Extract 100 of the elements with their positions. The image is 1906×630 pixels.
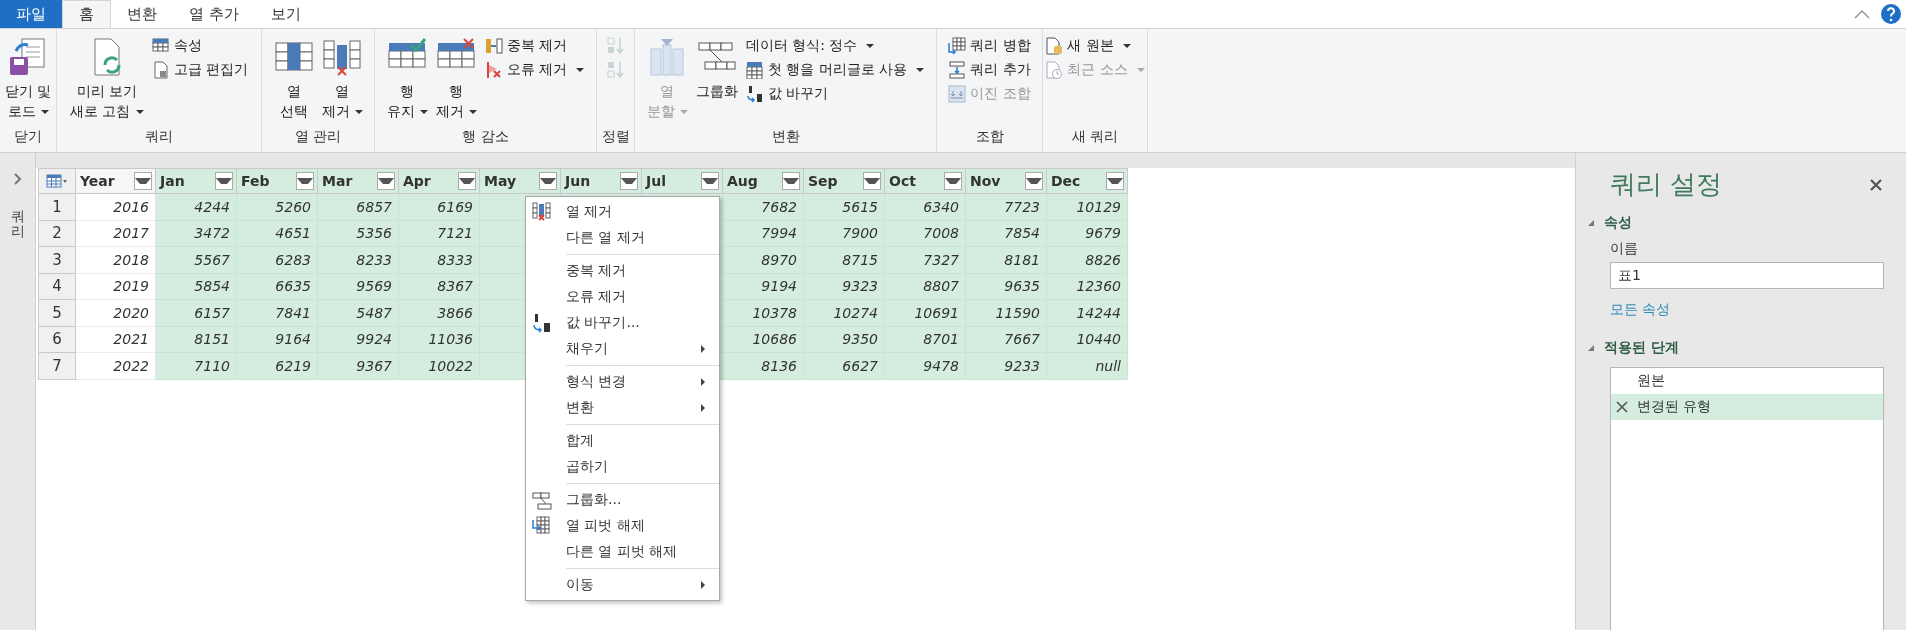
- ribbon-button[interactable]: 첫 행을 머리글로 사용: [743, 59, 927, 81]
- row-number: 3: [38, 247, 76, 274]
- step-item[interactable]: 원본: [1611, 368, 1883, 394]
- filter-button[interactable]: [701, 172, 719, 190]
- ribbon-button[interactable]: 고급 편집기: [149, 59, 250, 81]
- filter-button[interactable]: [296, 172, 314, 190]
- ribbon-button[interactable]: 새 원본: [1043, 35, 1147, 57]
- ribbon-button[interactable]: 중복 제거: [482, 35, 587, 57]
- ribbon-button[interactable]: 열 선택: [271, 33, 316, 123]
- table-cell: 8970: [723, 247, 804, 274]
- ribbon-button[interactable]: 미리 보기 새로 고침: [68, 33, 146, 123]
- column-header[interactable]: Apr: [399, 168, 480, 194]
- ribbon-button[interactable]: 속성: [149, 35, 250, 57]
- table-cell: 5356: [318, 220, 399, 247]
- header-row-icon: [745, 61, 764, 79]
- column-header[interactable]: May: [480, 168, 561, 194]
- filter-button[interactable]: [539, 172, 557, 190]
- table-cell: 8151: [156, 326, 237, 353]
- menu-item[interactable]: 오류 제거: [526, 284, 719, 310]
- column-header[interactable]: Nov: [966, 168, 1047, 194]
- close-button[interactable]: [1868, 176, 1884, 193]
- group-label: 쿼리: [144, 127, 174, 146]
- caret-icon: [1122, 44, 1131, 48]
- column-header[interactable]: Jan: [156, 168, 237, 194]
- filter-button[interactable]: [1106, 172, 1124, 190]
- ribbon-button[interactable]: 행 유지: [384, 33, 430, 123]
- column-header[interactable]: Jun: [561, 168, 642, 194]
- section-header[interactable]: 속성: [1588, 214, 1884, 232]
- column-header[interactable]: Dec: [1047, 168, 1128, 194]
- filter-button[interactable]: [215, 172, 233, 190]
- expand-button[interactable]: [11, 171, 24, 187]
- filter-button[interactable]: [863, 172, 881, 190]
- table-cell: 9569: [318, 273, 399, 300]
- table-cell: 7667: [966, 326, 1047, 353]
- filter-button[interactable]: [782, 172, 800, 190]
- table-cell: 10129: [1047, 194, 1128, 221]
- ribbon-button[interactable]: 쿼리 병합: [946, 35, 1033, 57]
- group-label: 닫기: [13, 127, 43, 146]
- ribbon-tab[interactable]: 변환: [111, 0, 173, 28]
- menu-item[interactable]: 변환: [526, 395, 719, 421]
- column-header[interactable]: Feb: [237, 168, 318, 194]
- ribbon-button[interactable]: 오류 제거: [482, 59, 587, 81]
- column-header[interactable]: Oct: [885, 168, 966, 194]
- column-header[interactable]: Jul: [642, 168, 723, 194]
- filter-button[interactable]: [458, 172, 476, 190]
- table-cell: 2018: [76, 247, 156, 274]
- column-title: Feb: [241, 173, 271, 189]
- table-cell: 9323: [804, 273, 885, 300]
- merge-queries-icon: [948, 37, 967, 55]
- menu-item[interactable]: 채우기: [526, 336, 719, 362]
- table-cell: 4244: [156, 194, 237, 221]
- table-cell: 11036: [399, 326, 480, 353]
- table-cell: 8333: [399, 247, 480, 274]
- filter-button[interactable]: [134, 172, 152, 190]
- group-label: 새 쿼리: [1070, 127, 1120, 146]
- menu-item[interactable]: 다른 열 피벗 해제: [526, 539, 719, 565]
- menu-item[interactable]: 중복 제거: [526, 258, 719, 284]
- ribbon-button[interactable]: 쿼리 추가: [946, 59, 1033, 81]
- row-number: 2: [38, 220, 76, 247]
- ribbon-tab[interactable]: 홈: [62, 0, 111, 28]
- menu-item[interactable]: 형식 변경: [526, 369, 719, 395]
- file-tab[interactable]: 파일: [0, 0, 62, 28]
- menu-item[interactable]: 다른 열 제거: [526, 225, 719, 251]
- menu-item[interactable]: 이동: [526, 572, 719, 598]
- ribbon-button[interactable]: 값 바꾸기: [743, 83, 927, 105]
- table-cell: 2022: [76, 353, 156, 380]
- table-menu-button[interactable]: [38, 168, 76, 194]
- filter-button[interactable]: [944, 172, 962, 190]
- column-header[interactable]: Mar: [318, 168, 399, 194]
- menu-item[interactable]: 값 바꾸기...: [526, 310, 719, 336]
- filter-button[interactable]: [377, 172, 395, 190]
- table-cell: 7723: [966, 194, 1047, 221]
- table-cell: 9679: [1047, 220, 1128, 247]
- menu-item[interactable]: 그룹화...: [526, 487, 719, 513]
- ribbon-button[interactable]: 닫기 및 로드: [2, 33, 54, 123]
- menu-item[interactable]: 열 피벗 해제: [526, 513, 719, 539]
- ribbon-button[interactable]: 데이터 형식: 정수: [743, 35, 927, 57]
- name-field[interactable]: 표1: [1610, 262, 1884, 289]
- table-cell: 10686: [723, 326, 804, 353]
- step-item[interactable]: 변경된 유형: [1611, 394, 1883, 420]
- recent-sources-icon: [1045, 61, 1064, 79]
- ribbon-button[interactable]: 그룹화: [693, 33, 740, 103]
- expand-triangle-icon: [1588, 345, 1594, 351]
- table-cell: 7682: [723, 194, 804, 221]
- menu-item[interactable]: 합계: [526, 428, 719, 454]
- table-cell: 8367: [399, 273, 480, 300]
- ribbon-tab[interactable]: 보기: [254, 0, 317, 28]
- column-title: Dec: [1051, 173, 1082, 189]
- section-header[interactable]: 적용된 단계: [1588, 339, 1884, 357]
- ribbon-button[interactable]: 열 제거: [319, 33, 365, 123]
- column-header[interactable]: Sep: [804, 168, 885, 194]
- filter-button[interactable]: [620, 172, 638, 190]
- menu-item[interactable]: 곱하기: [526, 454, 719, 480]
- ribbon-tab[interactable]: 열 추가: [173, 0, 255, 28]
- menu-item[interactable]: 열 제거: [526, 199, 719, 225]
- ribbon-button[interactable]: 행 제거: [433, 33, 479, 123]
- replace-values-icon: [532, 313, 552, 333]
- column-header[interactable]: Aug: [723, 168, 804, 194]
- column-header[interactable]: Year: [76, 168, 156, 194]
- filter-button[interactable]: [1025, 172, 1043, 190]
